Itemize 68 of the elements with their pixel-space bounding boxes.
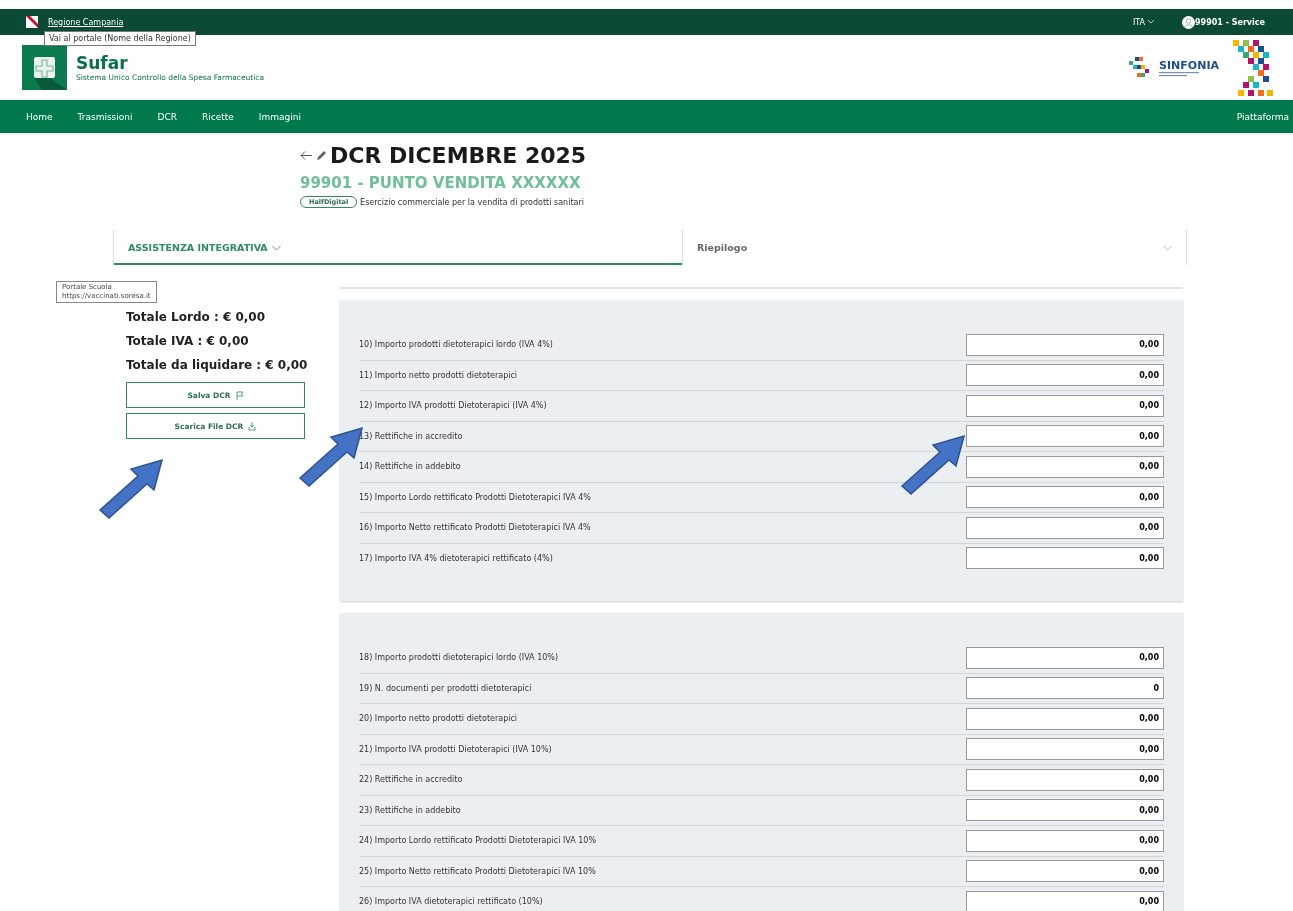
user-avatar-icon bbox=[1182, 15, 1195, 29]
partner-name: SINFONIA bbox=[1159, 58, 1219, 72]
nav-link[interactable]: Trasmissioni bbox=[77, 111, 133, 122]
amount-input[interactable]: 0,00 bbox=[966, 425, 1164, 448]
chevron-down-icon bbox=[1148, 20, 1154, 24]
amount-input[interactable]: 0,00 bbox=[966, 455, 1164, 478]
amount-input[interactable]: 0,00 bbox=[966, 486, 1164, 509]
nav-link[interactable]: Immagini bbox=[258, 111, 301, 122]
amount-input[interactable]: 0,00 bbox=[966, 333, 1164, 356]
field-label: 13) Rettifiche in accredito bbox=[359, 431, 463, 441]
field-label: 14) Rettifiche in addebito bbox=[359, 462, 461, 472]
nav-link[interactable]: Piattaforma bbox=[1236, 111, 1289, 122]
amount-input[interactable]: 0,00 bbox=[966, 799, 1164, 822]
field-label: 25) Importo Netto rettificato Prodotti Dietoterapici IVA 10% bbox=[359, 866, 596, 876]
amount-input[interactable]: 0,00 bbox=[966, 768, 1164, 791]
amount-input[interactable]: 0,00 bbox=[966, 646, 1164, 669]
field-label: 23) Rettifiche in addebito bbox=[359, 805, 461, 815]
amount-input[interactable]: 0,00 bbox=[966, 890, 1164, 911]
amount-input[interactable]: 0,00 bbox=[966, 364, 1164, 387]
field-label: 20) Importo netto prodotti dietoterapici bbox=[359, 714, 518, 724]
description-text: Esercizio commerciale per la vendita di prodotti sanitari bbox=[360, 197, 584, 207]
pixel-pattern-drawing bbox=[1233, 39, 1273, 96]
field-label: 21) Importo IVA prodotti Dietoterapici (IVA 10%) bbox=[359, 744, 552, 754]
field-label: 11) Importo netto prodotti dietoterapici bbox=[359, 370, 518, 380]
field-label: 15) Importo Lordo rettificato Prodotti Dietoterapici IVA 4% bbox=[359, 492, 591, 502]
fine-print-drawing bbox=[1159, 71, 1200, 77]
app-name: Sufar bbox=[76, 53, 129, 73]
field-label: 19) N. documenti per prodotti dietoterapici bbox=[359, 683, 532, 693]
tooltip: Vai al portale (Nome della Regione) bbox=[44, 31, 196, 46]
field-label: 24) Importo Lordo rettificato Prodotti Dietoterapici IVA 10% bbox=[359, 836, 597, 846]
page-subtitle: 99901 - PUNTO VENDITA XXXXXX bbox=[300, 174, 582, 192]
field-label: 12) Importo IVA prodotti Dietoterapici (IVA 4%) bbox=[359, 401, 547, 411]
field-label: 26) Importo IVA dietoterapici rettificato (10%) bbox=[359, 897, 543, 907]
back-arrow-icon[interactable] bbox=[300, 151, 313, 160]
pencil-icon[interactable] bbox=[316, 150, 327, 161]
field-label: 22) Rettifiche in accredito bbox=[359, 775, 463, 785]
nav-link[interactable]: DCR bbox=[157, 111, 177, 122]
amount-input[interactable]: 0,00 bbox=[966, 516, 1164, 539]
flag-icon bbox=[235, 390, 244, 400]
nav-link[interactable]: Home bbox=[26, 111, 53, 122]
arrow-icon bbox=[900, 434, 966, 496]
checkmark-icon bbox=[271, 244, 281, 251]
language-selector[interactable]: ITA bbox=[1132, 17, 1154, 27]
amount-input[interactable]: 0,00 bbox=[966, 860, 1164, 883]
nav-link[interactable]: Ricette bbox=[202, 111, 234, 122]
page-title: DCR DICEMBRE 2025 bbox=[330, 143, 587, 168]
amount-input[interactable]: 0,00 bbox=[966, 738, 1164, 761]
field-label: 18) Importo prodotti dietoterapici lordo (IVA 10%) bbox=[359, 653, 559, 663]
checkmark-icon bbox=[1163, 244, 1172, 251]
arrow-icon bbox=[98, 458, 164, 520]
tab[interactable]: ASSISTENZA INTEGRATIVA bbox=[113, 230, 682, 265]
user-name[interactable]: 99901 - Service bbox=[1195, 17, 1265, 27]
pharmacy-cross-logo-icon bbox=[22, 45, 67, 90]
amount-input[interactable]: 0,00 bbox=[966, 707, 1164, 730]
amount-input[interactable]: 0,00 bbox=[966, 547, 1164, 570]
amount-input[interactable]: 0 bbox=[966, 677, 1164, 700]
tab[interactable]: Riepilogo bbox=[682, 230, 1187, 265]
region-link[interactable]: Regione Campania bbox=[48, 17, 124, 27]
total-text: Totale IVA : € 0,00 bbox=[126, 334, 250, 348]
region-flag-icon bbox=[26, 16, 38, 28]
total-text: Totale Lordo : € 0,00 bbox=[126, 310, 267, 324]
field-label: 10) Importo prodotti dietoterapici lordo (IVA 4%) bbox=[359, 340, 553, 350]
field-label: 17) Importo IVA 4% dietoterapici rettificato (4%) bbox=[359, 553, 553, 563]
total-text: Totale da liquidare : € 0,00 bbox=[126, 358, 305, 372]
field-label: 16) Importo Netto rettificato Prodotti Dietoterapici IVA 4% bbox=[359, 523, 591, 533]
amount-input[interactable]: 0,00 bbox=[966, 829, 1164, 852]
amount-input[interactable]: 0,00 bbox=[966, 394, 1164, 417]
download-icon bbox=[248, 421, 257, 431]
